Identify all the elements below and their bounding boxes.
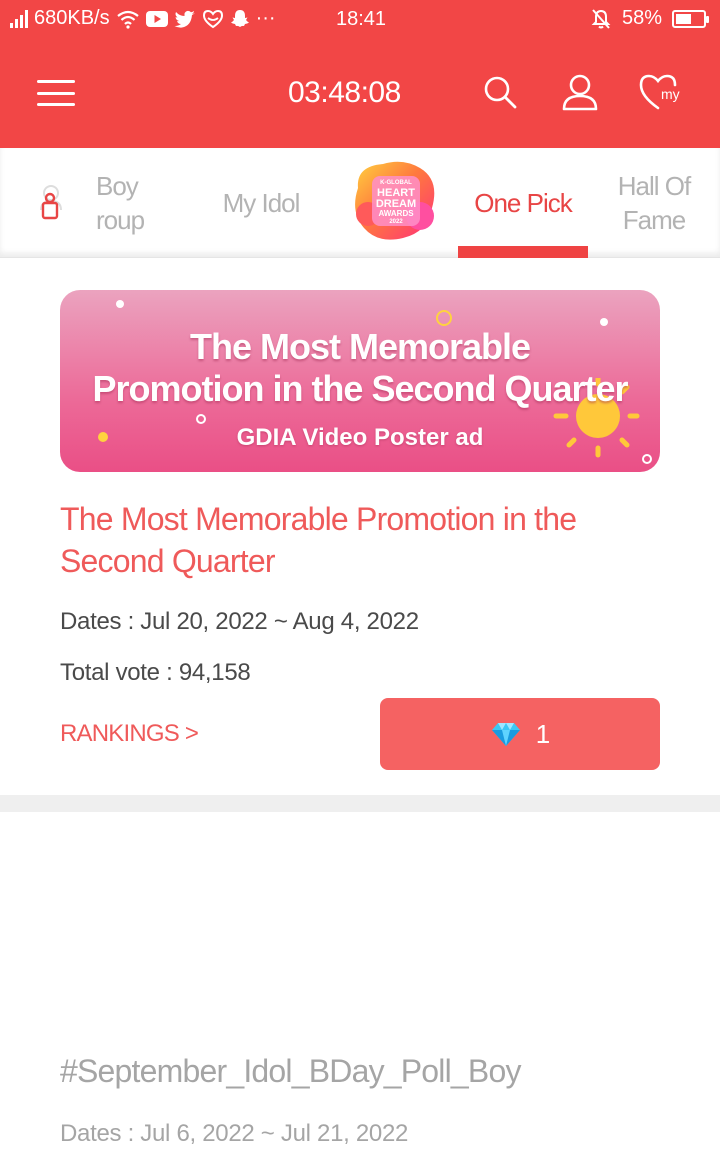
my-heart-icon[interactable]: my: [638, 72, 682, 112]
status-left: 680KB/s ···: [10, 7, 276, 30]
second-poll-title[interactable]: #September_Idol_BDay_Poll_Boy: [60, 1053, 521, 1090]
mute-icon: [591, 8, 611, 29]
app-bar: 03:48:08 my: [0, 38, 720, 148]
battery-percent: 58%: [621, 7, 662, 29]
network-speed: 680KB/s: [34, 7, 110, 29]
poll-total-vote: Total vote : 94,158: [60, 659, 251, 686]
menu-icon[interactable]: [37, 80, 75, 106]
vote-button[interactable]: 1: [380, 698, 660, 770]
twitter-icon: [174, 10, 195, 28]
vote-cost: 1: [535, 718, 551, 749]
notification-app-icon: [202, 9, 223, 28]
tab-hall-of-fame[interactable]: Hall Of Fame: [604, 148, 704, 258]
second-poll-dates: Dates : Jul 6, 2022 ~ Jul 21, 2022: [60, 1120, 409, 1147]
svg-text:2022: 2022: [389, 219, 403, 225]
battery-icon: [672, 9, 709, 28]
wifi-icon: [116, 10, 139, 29]
status-bar: 680KB/s ··· 18:41 58%: [0, 0, 720, 38]
tab-my-idol[interactable]: My Idol: [206, 148, 316, 258]
section-divider: [0, 795, 720, 812]
svg-text:AWARDS: AWARDS: [378, 209, 414, 218]
status-right: 58%: [590, 7, 709, 30]
banner-title-line-2: Promotion in the Second Quarter: [92, 368, 628, 409]
snapchat-icon: [230, 9, 249, 27]
poll-dates: Dates : Jul 20, 2022 ~ Aug 4, 2022: [60, 608, 419, 635]
status-time: 18:41: [336, 8, 387, 30]
tab-one-pick[interactable]: One Pick: [458, 148, 588, 258]
my-label: my: [661, 86, 680, 102]
countdown-timer: 03:48:08: [288, 76, 401, 109]
poll-title[interactable]: The Most Memorable Promotion in the Seco…: [60, 498, 660, 582]
banner-subtitle: GDIA Video Poster ad: [236, 424, 484, 451]
search-icon[interactable]: [480, 72, 520, 112]
profile-icon[interactable]: [560, 72, 600, 112]
girl-group-icon[interactable]: [36, 184, 70, 224]
active-tab-indicator: [458, 246, 588, 258]
youtube-icon: [145, 10, 168, 27]
category-tabs: Boy roup My Idol K-GLOBAL HEART DREAM AW…: [0, 148, 720, 258]
heart-dream-awards-logo[interactable]: K-GLOBAL HEART DREAM AWARDS 2022: [348, 158, 438, 244]
poll-banner[interactable]: The Most Memorable Promotion in the Seco…: [60, 290, 660, 472]
more-notifications: ···: [255, 7, 276, 29]
rankings-link[interactable]: RANKINGS >: [60, 720, 199, 748]
tab-boy-group[interactable]: Boy roup: [96, 148, 176, 258]
banner-title-line-1: The Most Memorable: [189, 326, 531, 367]
diamond-icon: [491, 723, 520, 746]
signal-icon: [10, 9, 28, 28]
top-header: 680KB/s ··· 18:41 58% 03:48:08 my: [0, 0, 720, 148]
svg-text:K-GLOBAL: K-GLOBAL: [380, 180, 412, 186]
battery-fill: [676, 13, 691, 24]
